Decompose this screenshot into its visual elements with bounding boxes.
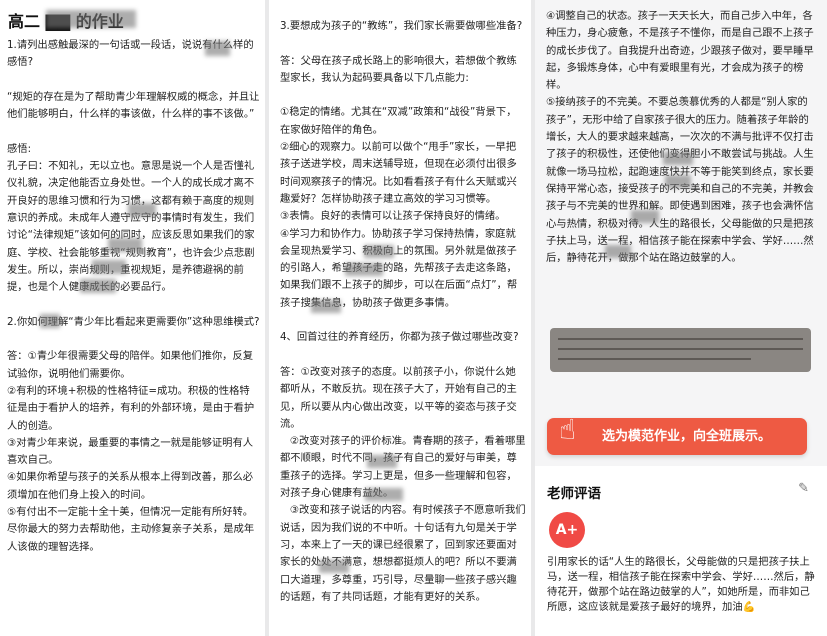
handwriting-line [558,338,803,340]
redaction-mark [46,10,136,28]
handwritten-note-photo[interactable] [550,328,811,372]
select-model-homework-button[interactable]: ☝ 选为模范作业，向全班展示。 [547,413,807,455]
handwriting-line [558,348,803,350]
redaction-mark [367,455,397,468]
teacher-comment-title: 老师评语 [547,486,601,502]
homework-page-1: 高二 ▇▇ 的作业 1.请列出感触最深的一句话或一段话，说说有什么样的感悟? “… [0,0,265,636]
redaction-mark [92,260,126,274]
teacher-comment-text: 引用家长的话“人生的路很长，父母能做的只是把孩子扶上马，送一程，相信孩子能在探索… [547,556,815,613]
pencil-icon[interactable]: ✎ [798,481,809,496]
redaction-mark [605,245,631,258]
redaction-mark [205,41,230,56]
redaction-mark [365,488,403,501]
handwriting-line [558,358,751,360]
redaction-mark [345,263,383,276]
teacher-comment-panel: 老师评语 ✎ A+ 引用家长的话“人生的路很长，父母能做的只是把孩子扶上马，送一… [535,466,827,636]
redaction-mark [364,245,394,258]
redaction-mark [631,210,659,223]
redaction-mark [663,152,693,165]
redaction-mark [128,203,156,217]
homework-answers-1-2: 1.请列出感触最深的一句话或一段话，说说有什么样的感悟? “规矩的存在是为了帮助… [7,39,260,553]
redaction-mark [80,279,116,293]
pointing-hand-icon: ☝ [559,413,577,446]
select-model-homework-label: 选为模范作业，向全班展示。 [602,429,772,444]
redaction-mark [665,175,691,188]
redaction-mark [40,314,60,328]
grade-badge: A+ [549,512,585,548]
redaction-mark [311,300,341,313]
redaction-mark [108,238,142,252]
homework-page-2: 3.要想成为孩子的“教练”，我们家长需要做哪些准备? 答：父母在孩子成长路上的影… [269,0,531,636]
homework-answers-4-5: ④调整自己的状态。孩子一天天长大，而自己步入中年，各种压力，身心疲惫，不是孩子不… [546,10,814,265]
redaction-mark [319,560,349,573]
